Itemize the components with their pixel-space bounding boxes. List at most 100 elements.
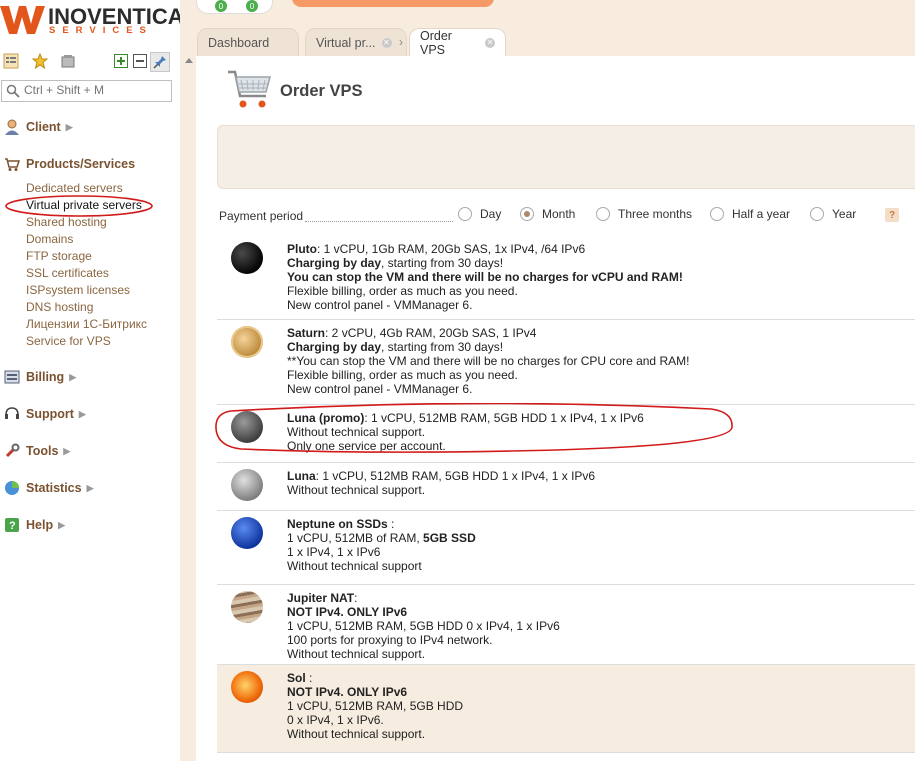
menu-billing-label: Billing [26, 370, 65, 384]
tree-view-icon[interactable] [2, 52, 20, 70]
menu-tools-label: Tools [26, 444, 59, 458]
sidebar-splitter[interactable] [180, 0, 196, 761]
menu-products-services[interactable]: Products/Services [4, 155, 135, 173]
pin-icon[interactable] [150, 52, 170, 72]
scroll-up-arrow-icon[interactable] [185, 58, 193, 63]
plan-row-saturn[interactable]: Saturn: 2 vCPU, 4Gb RAM, 20Gb SAS, 1 IPv… [217, 320, 915, 405]
plan-description: Luna: 1 vCPU, 512MB RAM, 5GB HDD 1 x IPv… [287, 469, 595, 497]
period-option-three-months[interactable]: Three months [596, 207, 692, 221]
plan-line: Without technical support [287, 559, 476, 573]
sidebar-item-dedicated-servers[interactable]: Dedicated servers [26, 181, 123, 195]
pluto-planet-icon [231, 242, 263, 274]
badge-second[interactable]: 0 [246, 0, 258, 12]
sidebar-toolbar [0, 52, 180, 72]
plan-line: Charging by day, starting from 30 days! [287, 340, 689, 354]
sidebar-item-service-for-vps[interactable]: Service for VPS [26, 334, 111, 348]
search-input[interactable] [24, 82, 164, 98]
plan-line-text: 1 vCPU, 512MB of RAM, [287, 531, 424, 545]
tab-virtual-private[interactable]: Virtual pr... ✕ [305, 28, 407, 56]
page-title: Order VPS [280, 82, 363, 100]
tab-dashboard-label: Dashboard [208, 35, 270, 50]
help-question-icon[interactable]: ? [885, 208, 899, 222]
radio-button[interactable] [520, 207, 534, 221]
badge-first[interactable]: 0 [215, 0, 227, 12]
plan-row-sol[interactable]: Sol : NOT IPv4. ONLY IPv6 1 vCPU, 512MB RA… [217, 665, 915, 753]
plan-row-luna[interactable]: Luna: 1 vCPU, 512MB RAM, 5GB HDD 1 x IPv… [217, 463, 915, 511]
sidebar-item-domains[interactable]: Domains [26, 232, 73, 246]
period-option-year[interactable]: Year [810, 207, 856, 221]
sidebar-item-dns-hosting[interactable]: DNS hosting [26, 300, 93, 314]
sidebar-item-ftp-storage[interactable]: FTP storage [26, 249, 92, 263]
plan-name: Neptune on SSDs [287, 517, 388, 531]
shopping-cart-icon [228, 70, 271, 108]
plan-row-neptune[interactable]: Neptune on SSDs :1 vCPU, 512MB of RAM, 5… [217, 511, 915, 585]
plan-line-text: Without technical support. [287, 647, 426, 661]
plan-line: Without technical support. [287, 425, 644, 439]
expand-all-icon[interactable] [112, 52, 130, 70]
plan-line-text: : [354, 591, 358, 605]
close-tab-icon[interactable]: ✕ [485, 37, 495, 48]
luna-planet-icon [231, 469, 263, 501]
sidebar-item-ispsystem-licenses[interactable]: ISPsystem licenses [26, 283, 130, 297]
plan-line: New control panel - VMManager 6. [287, 298, 683, 312]
plan-row-pluto[interactable]: Pluto: 1 vCPU, 1Gb RAM, 20Gb SAS, 1x IPv… [217, 236, 915, 320]
tab-order-vps[interactable]: Order VPS ✕ [409, 28, 506, 57]
plan-line-text: 1 x IPv4, 1 x IPv6 [287, 545, 381, 559]
headset-icon [4, 406, 20, 422]
plan-line: 1 vCPU, 512MB of RAM, 5GB SSD [287, 531, 476, 545]
collapse-all-icon[interactable] [131, 52, 149, 70]
tab-virtual-label: Virtual pr... [316, 35, 376, 50]
period-option-day[interactable]: Day [458, 207, 501, 221]
menu-statistics[interactable]: Statistics ▶ [4, 479, 94, 497]
payment-period: Payment period Day Month Three months Half … [219, 206, 915, 226]
radio-button[interactable] [810, 207, 824, 221]
close-tab-icon[interactable]: ✕ [381, 37, 392, 48]
cart-icon [4, 156, 20, 172]
plan-line: 1 vCPU, 512MB RAM, 5GB HDD [287, 699, 463, 713]
plan-line-text: Without technical support [287, 559, 422, 573]
favorites-star-icon[interactable] [31, 52, 49, 70]
plan-name: Saturn [287, 326, 326, 340]
tab-dashboard[interactable]: Dashboard [197, 28, 299, 56]
menu-support[interactable]: Support ▶ [4, 405, 86, 423]
saturn-planet-icon [231, 326, 263, 358]
history-icon[interactable] [59, 52, 77, 70]
radio-button[interactable] [458, 207, 472, 221]
help-icon: ? [4, 517, 20, 533]
notification-bar[interactable] [292, 0, 494, 7]
sidebar-item-virtual-private-servers[interactable]: Virtual private servers [26, 198, 142, 212]
statistics-icon [4, 480, 20, 496]
menu-client[interactable]: Client ▶ [4, 118, 73, 136]
brand-logo[interactable]: INOVENTICA SERVICES [0, 2, 184, 38]
menu-client-label: Client [26, 120, 61, 134]
period-option-label: Day [480, 207, 502, 221]
radio-button[interactable] [596, 207, 610, 221]
chevron-right-icon: ▶ [86, 482, 94, 493]
sidebar-item-shared-hosting[interactable]: Shared hosting [26, 215, 107, 229]
menu-help[interactable]: ? Help ▶ [4, 516, 65, 534]
search-box [1, 80, 172, 102]
menu-tools[interactable]: Tools ▶ [4, 442, 70, 460]
main-content: Order VPS Payment period Day Month Three m… [196, 56, 915, 761]
plan-line-text: : 2 vCPU, 4Gb RAM, 20Gb SAS, 1 IPv4 [325, 326, 537, 340]
plan-line-text: Without technical support. [287, 425, 426, 439]
chevron-right-icon: ▶ [78, 408, 86, 419]
plan-line: Sol : [287, 671, 463, 685]
radio-button[interactable] [710, 207, 724, 221]
sidebar-item-bitrix-licenses[interactable]: Лицензии 1С-Битрикс [26, 317, 147, 331]
plan-line: Saturn: 2 vCPU, 4Gb RAM, 20Gb SAS, 1 IPv… [287, 326, 689, 340]
plan-row-jupiter[interactable]: Jupiter NAT: NOT IPv4. ONLY IPv6 1 vCPU, 5… [217, 585, 915, 665]
billing-icon [4, 369, 20, 385]
plan-row-luna-promo[interactable]: Luna (promo): 1 vCPU, 512MB RAM, 5GB HDD… [217, 405, 915, 463]
plan-description: Pluto: 1 vCPU, 1Gb RAM, 20Gb SAS, 1x IPv… [287, 242, 683, 312]
plan-name: Jupiter NAT [287, 591, 355, 605]
sidebar: INOVENTICA SERVICES Client ▶ Produ [0, 0, 184, 761]
period-option-label: Month [542, 207, 576, 221]
plan-line: Luna: 1 vCPU, 512MB RAM, 5GB HDD 1 x IPv… [287, 469, 595, 483]
period-option-label: Year [832, 207, 857, 221]
menu-billing[interactable]: Billing ▶ [4, 368, 76, 386]
period-option-half-year[interactable]: Half a year [710, 207, 790, 221]
period-option-month[interactable]: Month [520, 207, 575, 221]
sidebar-item-ssl-certificates[interactable]: SSL certificates [26, 266, 109, 280]
plan-description: Luna (promo): 1 vCPU, 512MB RAM, 5GB HDD… [287, 411, 644, 453]
